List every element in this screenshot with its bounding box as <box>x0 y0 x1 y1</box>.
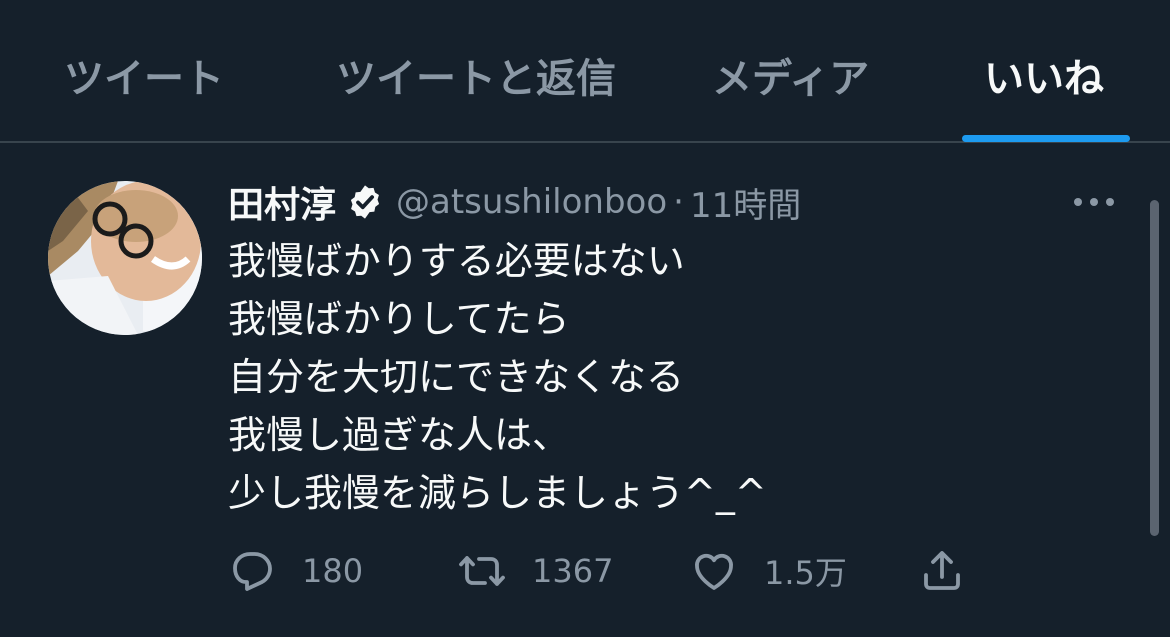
reply-icon <box>233 552 272 591</box>
avatar[interactable] <box>48 181 202 335</box>
tweet-header: 田村淳 @atsushilonboo · 11時間 <box>228 178 801 226</box>
retweet-count: 1367 <box>532 552 614 590</box>
tweet-text: 我慢ばかりする必要はない 我慢ばかりしてたら 自分を大切にできなくなる 我慢し過… <box>228 232 1108 522</box>
share-icon <box>924 551 960 590</box>
profile-tab-bar: ツイート ツイートと返信 メディア いいね <box>0 0 1170 143</box>
verified-badge-icon <box>350 185 380 219</box>
tweet-text-line: 我慢ばかりしてたら <box>228 297 570 341</box>
tab-media[interactable]: メディア <box>712 54 869 104</box>
avatar-image <box>48 181 202 335</box>
active-tab-indicator <box>962 135 1130 142</box>
tab-tweets[interactable]: ツイート <box>64 54 224 104</box>
tab-likes[interactable]: いいね <box>984 54 1104 104</box>
meta-separator: · <box>673 182 684 222</box>
tweet-text-line: 自分を大切にできなくなる <box>228 355 685 399</box>
author-name[interactable]: 田村淳 <box>228 176 336 228</box>
retweet-button[interactable]: 1367 <box>458 545 613 597</box>
like-button[interactable]: 1.5万 <box>690 545 847 597</box>
heart-icon <box>695 553 733 590</box>
reply-count: 180 <box>302 552 364 590</box>
author-handle[interactable]: @atsushilonboo <box>396 182 667 222</box>
share-button[interactable] <box>918 545 966 597</box>
tweet-text-line: 我慢ばかりする必要はない <box>228 239 685 283</box>
tab-tweets-and-replies[interactable]: ツイートと返信 <box>336 54 616 104</box>
more-icon[interactable] <box>1070 190 1118 214</box>
retweet-icon <box>459 556 505 586</box>
tweet-actions: 180 1367 1.5万 <box>228 545 988 597</box>
tweet-timestamp[interactable]: 11時間 <box>690 178 801 227</box>
tweet-text-line: 我慢し過ぎな人は、 <box>228 413 571 457</box>
like-count: 1.5万 <box>764 554 847 592</box>
tweet-text-line: 少し我慢を減らしましょう^_^ <box>228 471 767 515</box>
profile-likes-screen: ツイート ツイートと返信 メディア いいね 田村淳 @atsushilonboo… <box>0 0 1170 637</box>
scrollbar[interactable] <box>1150 200 1159 536</box>
reply-button[interactable]: 180 <box>228 545 363 597</box>
